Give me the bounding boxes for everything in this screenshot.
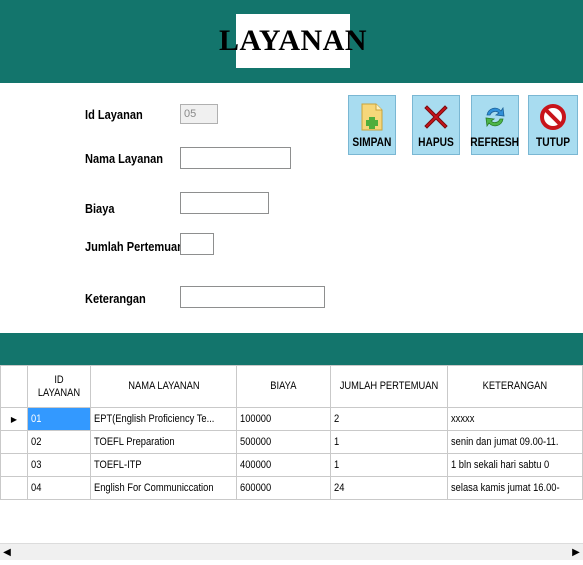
table-cell[interactable]: 04 bbox=[26, 476, 92, 500]
page-title: LAYANAN bbox=[219, 24, 367, 57]
header-bar: LAYANAN bbox=[0, 0, 583, 83]
simpan-button[interactable]: SIMPAN bbox=[348, 95, 396, 155]
keterangan-label: Keterangan bbox=[85, 291, 146, 306]
horizontal-scrollbar[interactable]: ◀ ▶ bbox=[0, 543, 583, 560]
scroll-left-arrow-icon[interactable]: ◀ bbox=[0, 544, 14, 561]
scroll-right-arrow-icon[interactable]: ▶ bbox=[569, 544, 583, 561]
table-cell[interactable]: 100000 bbox=[235, 407, 332, 431]
id-layanan-field[interactable] bbox=[180, 104, 218, 124]
table-cell[interactable]: 03 bbox=[26, 453, 92, 477]
title-box: LAYANAN bbox=[219, 14, 367, 68]
tutup-button[interactable]: TUTUP bbox=[528, 95, 578, 155]
table-cell[interactable]: EPT(English Proficiency Te... bbox=[90, 407, 237, 431]
table-cell[interactable]: 400000 bbox=[235, 453, 332, 477]
refresh-button[interactable]: REFRESH bbox=[471, 95, 519, 155]
table-cell[interactable]: 24 bbox=[330, 476, 449, 500]
table-cell[interactable]: senin dan jumat 09.00-11. bbox=[447, 430, 583, 454]
table-row[interactable]: 03 TOEFL-ITP 400000 1 1 bln sekali hari … bbox=[0, 453, 583, 477]
nama-layanan-field[interactable] bbox=[180, 147, 291, 169]
table-cell[interactable]: selasa kamis jumat 16.00- bbox=[447, 476, 583, 500]
row-header bbox=[0, 476, 28, 500]
separator-bar bbox=[0, 333, 583, 365]
keterangan-field[interactable] bbox=[180, 286, 325, 308]
table-cell[interactable]: 2 bbox=[330, 407, 449, 431]
refresh-label: REFRESH bbox=[470, 135, 520, 149]
table-cell[interactable]: TOEFL Preparation bbox=[90, 430, 237, 454]
row-header bbox=[0, 430, 28, 454]
layanan-grid[interactable]: ID LAYANAN NAMA LAYANAN BIAYA JUMLAH PER… bbox=[0, 365, 583, 535]
nama-layanan-label: Nama Layanan bbox=[85, 151, 164, 166]
table-cell[interactable]: 600000 bbox=[235, 476, 332, 500]
biaya-field[interactable] bbox=[180, 192, 269, 214]
jumlah-pertemuan-label: Jumlah Pertemuan bbox=[85, 239, 184, 254]
col-header-id[interactable]: ID LAYANAN bbox=[26, 365, 92, 408]
table-row[interactable]: 02 TOEFL Preparation 500000 1 senin dan … bbox=[0, 430, 583, 454]
jumlah-pertemuan-field[interactable] bbox=[180, 233, 214, 255]
table-row[interactable]: ▶ 01 EPT(English Proficiency Te... 10000… bbox=[0, 407, 583, 431]
hapus-button[interactable]: HAPUS bbox=[412, 95, 460, 155]
table-cell[interactable]: 01 bbox=[26, 407, 92, 431]
tutup-label: TUTUP bbox=[536, 135, 570, 149]
col-header-jumlah[interactable]: JUMLAH PERTEMUAN bbox=[330, 365, 449, 408]
table-cell[interactable]: xxxxx bbox=[447, 407, 583, 431]
table-cell[interactable]: 1 bln sekali hari sabtu 0 bbox=[447, 453, 583, 477]
table-cell[interactable]: 500000 bbox=[235, 430, 332, 454]
table-cell[interactable]: TOEFL-ITP bbox=[90, 453, 237, 477]
table-row[interactable]: 04 English For Communiccation 600000 24 … bbox=[0, 476, 583, 500]
table-cell[interactable]: 1 bbox=[330, 453, 449, 477]
table-cell[interactable]: English For Communiccation bbox=[90, 476, 237, 500]
no-entry-icon bbox=[539, 103, 567, 131]
col-header-keterangan[interactable]: KETERANGAN bbox=[447, 365, 583, 408]
simpan-label: SIMPAN bbox=[352, 135, 392, 149]
table-cell[interactable]: 1 bbox=[330, 430, 449, 454]
id-layanan-label: Id Layanan bbox=[85, 107, 143, 122]
table-cell[interactable]: 02 bbox=[26, 430, 92, 454]
hapus-label: HAPUS bbox=[418, 135, 454, 149]
biaya-label: Biaya bbox=[85, 201, 115, 216]
row-header-corner bbox=[0, 365, 28, 408]
col-header-nama[interactable]: NAMA LAYANAN bbox=[90, 365, 237, 408]
row-header bbox=[0, 453, 28, 477]
document-add-icon bbox=[358, 103, 386, 131]
layanan-table: ID LAYANAN NAMA LAYANAN BIAYA JUMLAH PER… bbox=[0, 365, 583, 500]
red-x-icon bbox=[422, 103, 450, 131]
table-header-row: ID LAYANAN NAMA LAYANAN BIAYA JUMLAH PER… bbox=[0, 365, 583, 408]
current-row-indicator: ▶ bbox=[0, 407, 28, 431]
col-header-biaya[interactable]: BIAYA bbox=[235, 365, 332, 408]
refresh-arrows-icon bbox=[481, 103, 509, 131]
